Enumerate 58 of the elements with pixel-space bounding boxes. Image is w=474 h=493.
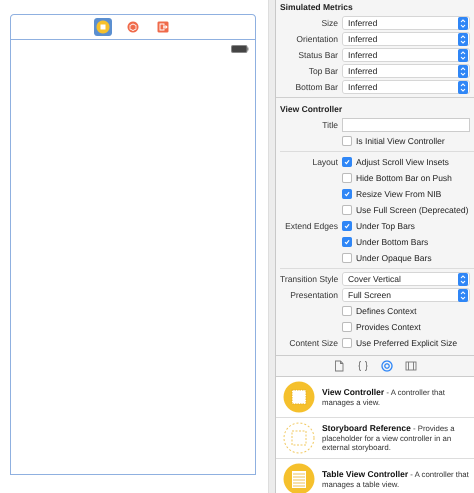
checkbox[interactable] [342,322,352,332]
checkbox[interactable] [342,237,352,247]
controller-icon[interactable] [94,18,112,36]
checkbox[interactable] [342,136,352,146]
checkbox-label: Resize View From NIB [356,189,442,199]
popup-button[interactable]: Inferred [342,48,470,62]
checkbox[interactable] [342,253,352,263]
field-label: Status Bar [298,50,338,60]
popup-button[interactable]: Inferred [342,80,470,94]
field-label: Title [322,120,338,130]
field-label: Top Bar [308,66,338,76]
stepper-arrows-icon [458,48,468,62]
stepper-arrows-icon [458,64,468,78]
checkbox-label: Under Top Bars [356,221,415,231]
storyboard-reference-icon [283,422,315,454]
view-controller-icon [283,381,315,413]
checkbox-label: Under Bottom Bars [356,237,428,247]
popup-button[interactable]: Inferred [342,32,470,46]
braces-icon[interactable] [357,360,369,372]
checkbox[interactable] [342,173,352,183]
checkbox[interactable] [342,205,352,215]
checkbox-label: Under Opaque Bars [356,253,432,263]
field-label: Presentation [290,290,338,300]
field-label: Content Size [289,338,338,348]
stepper-arrows-icon [458,272,468,286]
checkbox[interactable] [342,338,352,348]
popup-button[interactable]: Cover Vertical [342,272,470,286]
checkbox[interactable] [342,189,352,199]
field-label: Size [321,18,338,28]
checkbox-label: Use Full Screen (Deprecated) [356,205,468,215]
popup-button[interactable]: Full Screen [342,288,470,302]
checkbox[interactable] [342,221,352,231]
stepper-arrows-icon [458,16,468,30]
popup-button[interactable]: Inferred [342,16,470,30]
stepper-arrows-icon [458,288,468,302]
checkbox-label: Adjust Scroll View Insets [356,157,449,167]
file-icon[interactable] [333,360,345,372]
checkbox-label: Hide Bottom Bar on Push [356,173,452,183]
stepper-arrows-icon [458,80,468,94]
object-library-icon[interactable] [381,360,393,372]
media-icon[interactable] [405,360,417,372]
field-label: Bottom Bar [295,82,338,92]
section-title: Simulated Metrics [279,1,354,14]
field-label: Extend Edges [285,221,338,231]
stepper-arrows-icon [458,32,468,46]
title-field[interactable] [342,118,470,132]
field-label: Transition Style [280,274,338,284]
checkbox[interactable] [342,157,352,167]
checkbox[interactable] [342,306,352,316]
popup-button[interactable]: Inferred [342,64,470,78]
checkbox-label: Defines Context [356,306,416,316]
checkbox-label: Provides Context [356,322,421,332]
checkbox-label: Is Initial View Controller [356,136,445,146]
checkbox-label: Use Preferred Explicit Size [356,338,458,348]
section-title: View Controller [279,103,344,116]
field-label: Layout [312,157,338,167]
battery-icon [231,45,249,53]
field-label: Orientation [296,34,338,44]
